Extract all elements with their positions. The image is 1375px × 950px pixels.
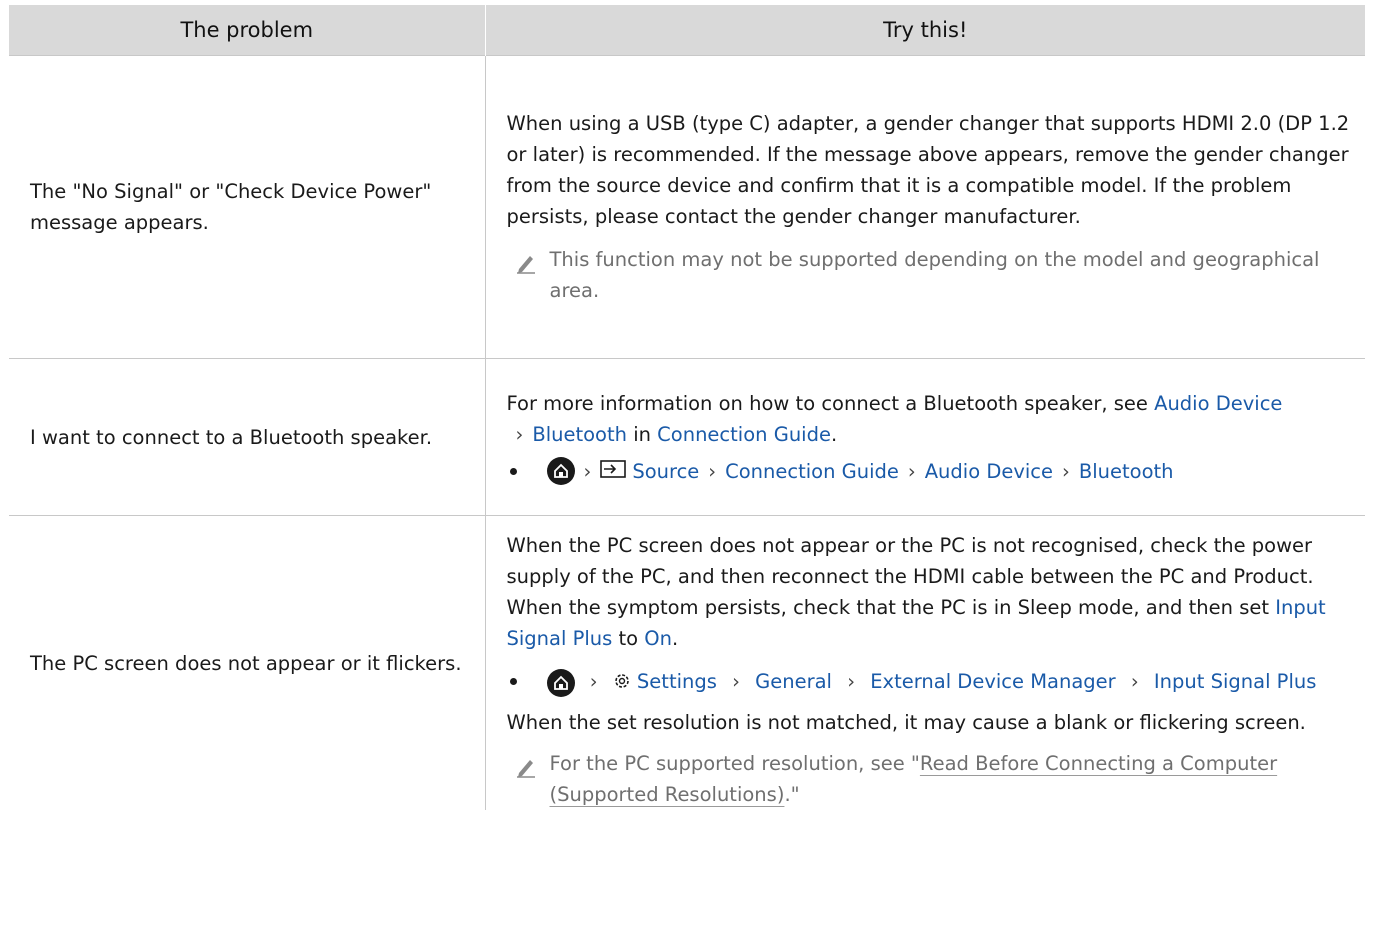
note-pencil-icon <box>507 748 550 810</box>
menu-path-text: › Settings › General › External Device M… <box>546 666 1316 697</box>
table-row: The "No Signal" or "Check Device Power" … <box>9 55 1365 359</box>
path-bluetooth[interactable]: Bluetooth <box>1079 456 1174 487</box>
note-prefix: For the PC supported resolution, see " <box>549 752 920 775</box>
problem-text: The PC screen does not appear or it flic… <box>30 651 462 675</box>
solution-cell: When using a USB (type C) adapter, a gen… <box>484 55 1365 359</box>
home-icon <box>546 457 575 485</box>
solution-cell: When the PC screen does not appear or th… <box>484 515 1365 810</box>
problem-cell: The PC screen does not appear or it flic… <box>9 515 485 810</box>
table-header-row: The problem Try this! <box>9 5 1365 56</box>
note-text: This function may not be supported depen… <box>549 248 1320 302</box>
problem-text: I want to connect to a Bluetooth speaker… <box>30 425 433 449</box>
chevron-right-icon: › <box>1130 670 1139 693</box>
path-settings[interactable]: Settings <box>637 670 717 693</box>
path-audio-device[interactable]: Audio Device <box>925 456 1053 487</box>
path-input-signal-plus[interactable]: Input Signal Plus <box>1154 670 1316 693</box>
link-connection-guide[interactable]: Connection Guide <box>657 423 831 446</box>
chevron-right-icon: › <box>515 422 524 446</box>
header-try-this: Try this! <box>484 5 1365 56</box>
note: This function may not be supported depen… <box>507 244 1358 306</box>
sentence-end: . <box>672 627 679 650</box>
chevron-right-icon: › <box>1062 459 1070 483</box>
source-icon <box>600 456 627 487</box>
troubleshooting-table-wrapper: The problem Try this! The "No Signal" or… <box>9 5 1365 810</box>
chevron-right-icon: › <box>708 459 717 483</box>
table-row: The PC screen does not appear or it flic… <box>9 515 1365 810</box>
solution-paragraph: When the PC screen does not appear or th… <box>507 530 1358 654</box>
note-suffix: ." <box>784 783 800 806</box>
chevron-right-icon: › <box>589 670 598 693</box>
table-row: I want to connect to a Bluetooth speaker… <box>9 358 1365 516</box>
chevron-right-icon: › <box>847 670 855 693</box>
problem-text: The "No Signal" or "Check Device Power" … <box>30 180 432 234</box>
bullet-dot <box>509 467 517 475</box>
solution-text: When the PC screen does not appear or th… <box>506 534 1314 619</box>
in-word: in <box>633 422 651 446</box>
solution-paragraph-2: When the set resolution is not matched, … <box>506 711 1306 734</box>
menu-path: › Source › Connection Guide › Audio Devi… <box>507 456 1358 487</box>
path-general[interactable]: General <box>755 670 832 693</box>
problem-cell: The "No Signal" or "Check Device Power" … <box>9 55 485 359</box>
path-external-device-manager[interactable]: External Device Manager <box>870 670 1115 693</box>
chevron-right-icon: › <box>583 459 592 483</box>
link-audio-device[interactable]: Audio Device <box>1154 392 1282 415</box>
link-on[interactable]: On <box>644 627 672 650</box>
link-bluetooth[interactable]: Bluetooth <box>532 423 627 446</box>
note-pencil-icon <box>507 244 550 306</box>
problem-cell: I want to connect to a Bluetooth speaker… <box>9 358 485 516</box>
header-problem: The problem <box>9 5 485 56</box>
path-source[interactable]: Source <box>632 456 699 487</box>
solution-intro: For more information on how to connect a… <box>506 391 1148 415</box>
note: For the PC supported resolution, see "Re… <box>507 748 1358 810</box>
troubleshooting-table: The problem Try this! The "No Signal" or… <box>9 5 1365 810</box>
sentence-end: . <box>830 422 838 446</box>
path-connection-guide[interactable]: Connection Guide <box>725 456 899 487</box>
solution-paragraph: When using a USB (type C) adapter, a gen… <box>506 112 1350 228</box>
menu-path: › Settings › General › External Device M… <box>507 666 1358 697</box>
home-icon <box>546 668 575 697</box>
settings-icon <box>613 670 637 693</box>
chevron-right-icon: › <box>907 459 916 483</box>
note-text: For the PC supported resolution, see "Re… <box>550 748 1358 810</box>
to-word: to <box>618 627 639 650</box>
solution-paragraph: For more information on how to connect a… <box>507 388 1358 450</box>
chevron-right-icon: › <box>732 670 740 693</box>
solution-cell: For more information on how to connect a… <box>484 358 1365 516</box>
bullet-dot <box>509 678 517 685</box>
